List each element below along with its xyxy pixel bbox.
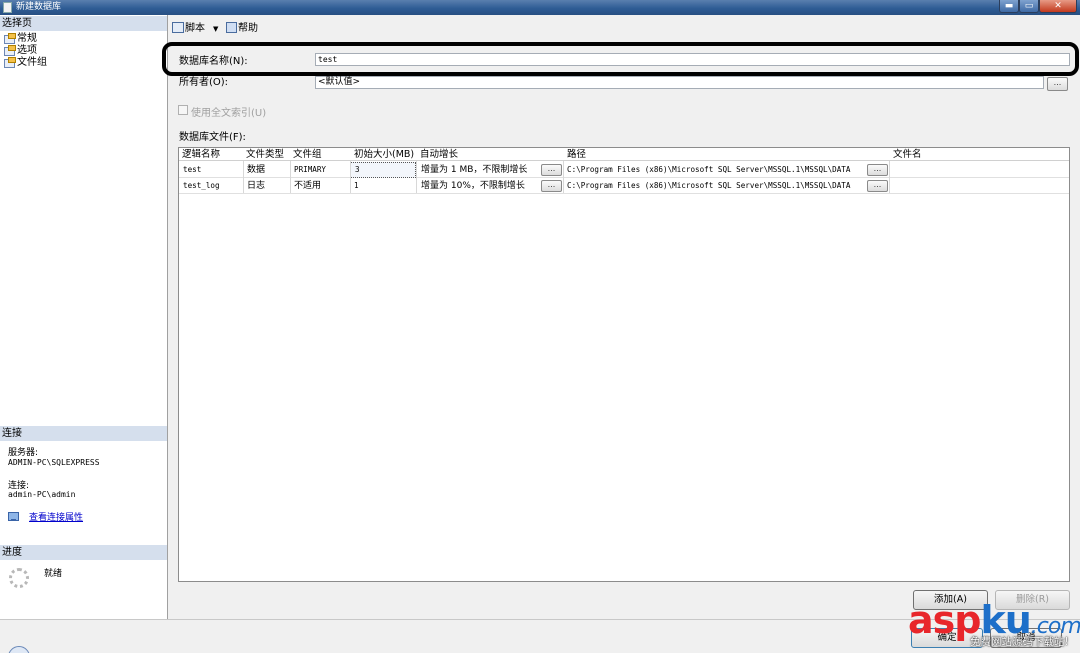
cell-path[interactable]: C:\Program Files (x86)\Microsoft SQL Ser… <box>563 178 865 194</box>
script-dropdown-icon[interactable]: ▼ <box>213 22 218 36</box>
cell-filegroup[interactable]: 不适用 <box>290 178 350 194</box>
highlight-annotation <box>162 42 1079 76</box>
page-item-general[interactable]: 常规 <box>4 33 37 45</box>
column-header-file-name[interactable]: 文件名 <box>890 148 922 161</box>
cancel-button[interactable]: 取消 <box>990 628 1062 648</box>
cell-autogrowth[interactable]: 增量为 1 MB，不限制增长 <box>417 162 539 178</box>
column-divider <box>416 161 417 193</box>
title-bar: 新建数据库 ▬ ▭ ✕ <box>0 0 1080 15</box>
owner-label: 所有者(O): <box>179 77 229 88</box>
connection-value: admin-PC\admin <box>8 490 76 499</box>
ok-button[interactable]: 确定 <box>911 628 983 648</box>
add-file-button[interactable]: 添加(A) <box>913 590 988 610</box>
cell-autogrowth[interactable]: 增量为 10%，不限制增长 <box>417 178 539 194</box>
cell-logical-name[interactable]: test_log <box>179 178 243 194</box>
select-page-header: 选择页 <box>0 16 167 31</box>
column-divider <box>243 161 244 193</box>
progress-spinner-icon <box>9 568 29 588</box>
autogrowth-browse-button[interactable]: ... <box>541 180 562 192</box>
progress-status: 就绪 <box>44 569 63 579</box>
column-divider <box>290 161 291 193</box>
help-icon <box>226 22 237 33</box>
cell-file-name[interactable] <box>890 178 1068 194</box>
path-browse-button[interactable]: ... <box>867 164 888 176</box>
page-icon <box>4 33 16 44</box>
script-button[interactable]: 脚本 <box>172 22 205 36</box>
column-header-initial-size[interactable]: 初始大小(MB) <box>351 148 414 161</box>
db-files-grid[interactable]: 逻辑名称 文件类型 文件组 初始大小(MB) 自动增长 路径 文件名 test … <box>178 147 1070 582</box>
table-row[interactable]: test 数据 PRIMARY 3 增量为 1 MB，不限制增长 ... C:\… <box>179 162 1069 178</box>
owner-browse-button[interactable]: ... <box>1047 77 1068 91</box>
column-divider <box>350 161 351 193</box>
path-browse-button[interactable]: ... <box>867 180 888 192</box>
cell-file-type[interactable]: 数据 <box>243 162 290 178</box>
cell-initial-size[interactable]: 1 <box>350 178 416 194</box>
column-header-path[interactable]: 路径 <box>564 148 586 161</box>
left-pane: 选择页 常规 选项 文件组 连接 服务器: ADMIN-PC\SQLEXPRES… <box>0 15 168 619</box>
page-icon <box>4 45 16 56</box>
column-divider <box>563 161 564 193</box>
minimize-button[interactable]: ▬ <box>999 0 1019 13</box>
connection-header: 连接 <box>0 426 167 441</box>
view-connection-properties-link[interactable]: 查看连接属性 <box>29 510 83 523</box>
cell-file-type[interactable]: 日志 <box>243 178 290 194</box>
column-header-file-type[interactable]: 文件类型 <box>243 148 284 161</box>
window-title: 新建数据库 <box>16 2 62 12</box>
table-row[interactable]: test_log 日志 不适用 1 增量为 10%，不限制增长 ... C:\P… <box>179 178 1069 194</box>
close-button[interactable]: ✕ <box>1039 0 1077 13</box>
maximize-button[interactable]: ▭ <box>1019 0 1039 13</box>
column-header-logical-name[interactable]: 逻辑名称 <box>179 148 220 161</box>
page-icon <box>4 57 16 68</box>
autogrowth-browse-button[interactable]: ... <box>541 164 562 176</box>
fulltext-checkbox[interactable] <box>178 105 188 115</box>
db-files-label: 数据库文件(F): <box>179 132 246 143</box>
column-divider <box>889 161 890 193</box>
help-button[interactable]: 帮助 <box>226 22 258 36</box>
server-value: ADMIN-PC\SQLEXPRESS <box>8 458 100 467</box>
remove-file-button[interactable]: 删除(R) <box>995 590 1070 610</box>
column-header-filegroup[interactable]: 文件组 <box>290 148 322 161</box>
progress-header: 进度 <box>0 545 167 560</box>
cell-logical-name[interactable]: test <box>179 162 243 178</box>
cell-initial-size[interactable]: 3 <box>350 162 416 178</box>
page-item-options[interactable]: 选项 <box>4 45 37 57</box>
cell-filegroup[interactable]: PRIMARY <box>290 162 350 178</box>
app-icon <box>3 2 12 13</box>
page-item-filegroups[interactable]: 文件组 <box>4 57 47 69</box>
owner-input[interactable]: <默认值> <box>315 76 1044 89</box>
script-icon <box>172 22 184 33</box>
cell-path[interactable]: C:\Program Files (x86)\Microsoft SQL Ser… <box>563 162 865 178</box>
connection-properties-icon <box>8 512 19 522</box>
fulltext-label: 使用全文索引(U) <box>191 108 267 119</box>
cell-file-name[interactable] <box>890 162 1068 178</box>
grid-header: 逻辑名称 文件类型 文件组 初始大小(MB) 自动增长 路径 文件名 <box>179 148 1069 161</box>
column-header-autogrowth[interactable]: 自动增长 <box>417 148 458 161</box>
